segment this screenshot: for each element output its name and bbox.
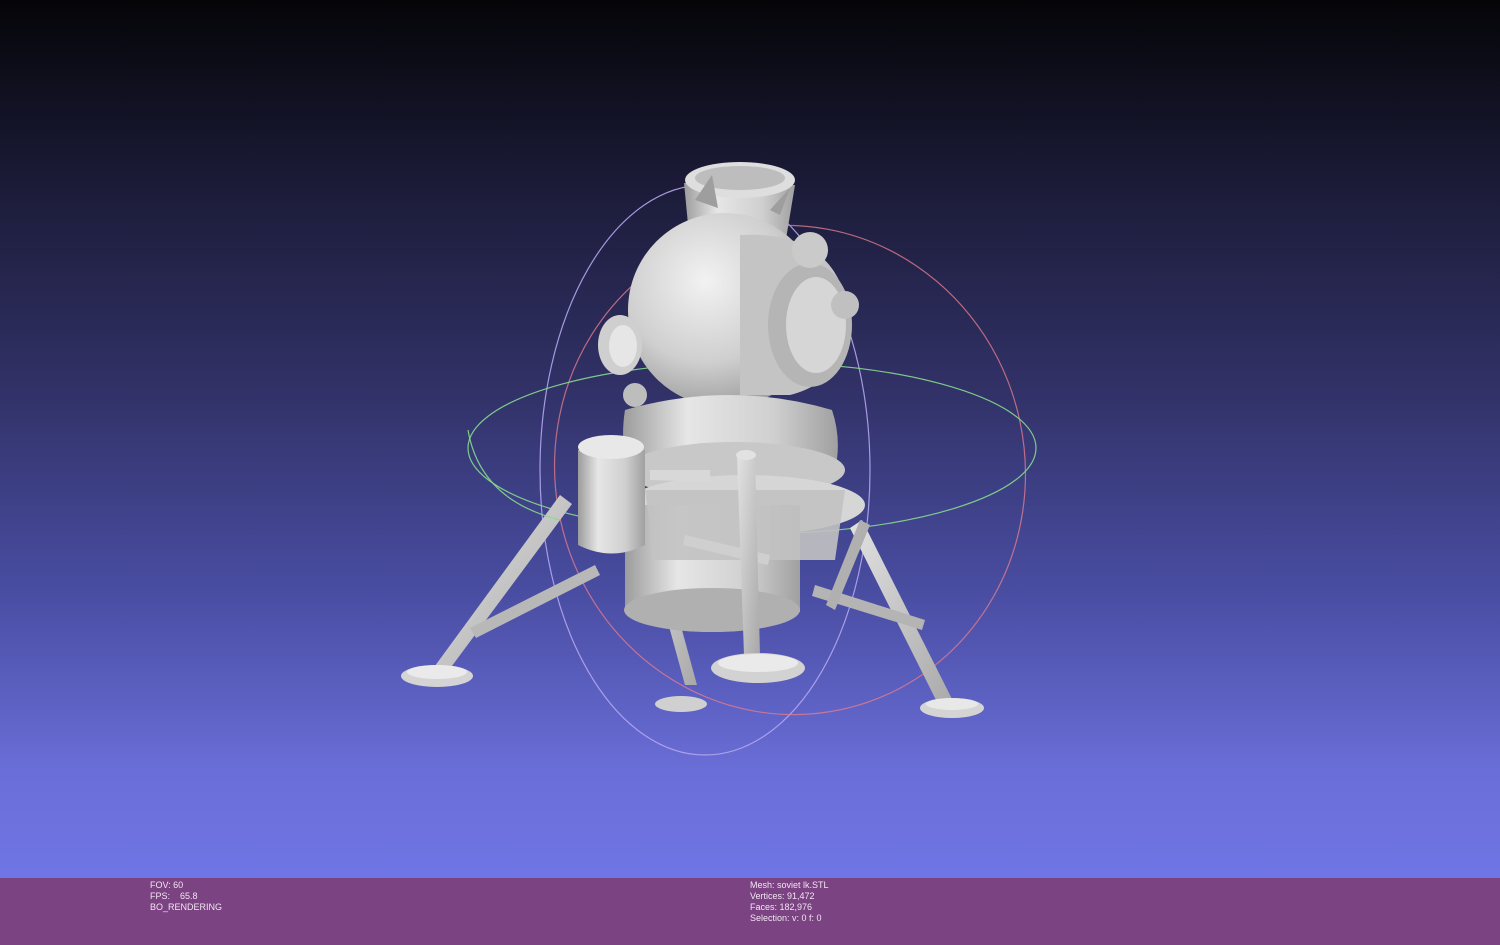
mesh-name-readout: Mesh: soviet lk.STL <box>750 880 829 890</box>
leg-left <box>432 495 572 674</box>
fps-readout: FPS: 65.8 <box>150 891 198 901</box>
side-knob <box>831 291 859 319</box>
status-bar: FOV: 60 FPS: 65.8 BO_RENDERING Mesh: sov… <box>0 878 1500 945</box>
mesh-model[interactable] <box>401 162 984 718</box>
selection-readout: Selection: v: 0 f: 0 <box>750 913 822 923</box>
scene-canvas[interactable] <box>0 0 1500 878</box>
strut-right <box>812 585 925 630</box>
3d-viewport[interactable] <box>0 0 1500 878</box>
status-left-panel: FOV: 60 FPS: 65.8 BO_RENDERING <box>150 880 222 913</box>
status-right-panel: Mesh: soviet lk.STL Vertices: 91,472 Fac… <box>750 880 829 924</box>
footpad-rear <box>655 696 707 712</box>
side-tank <box>578 450 645 554</box>
render-mode-readout: BO_RENDERING <box>150 902 223 912</box>
vertices-readout: Vertices: 91,472 <box>750 891 815 901</box>
fov-readout: FOV: 60 <box>150 880 184 890</box>
faces-readout: Faces: 182,976 <box>750 902 813 912</box>
